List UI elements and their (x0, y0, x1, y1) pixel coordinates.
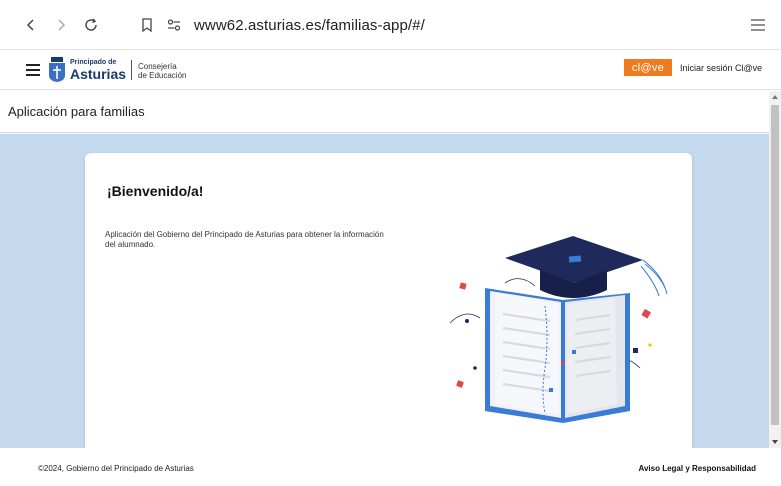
content-area: ¡Bienvenido/a! Aplicación del Gobierno d… (0, 134, 769, 453)
scroll-down-icon[interactable] (771, 438, 779, 446)
reload-button[interactable] (80, 14, 102, 36)
reload-icon (85, 18, 97, 31)
footer: ©2024, Gobierno del Principado de Asturi… (0, 448, 781, 486)
department-line-1: Consejería (138, 62, 177, 71)
page-scrollbar[interactable] (769, 91, 781, 448)
forward-button[interactable] (50, 14, 72, 36)
browser-toolbar: www62.asturias.es/familias-app/#/ (0, 0, 781, 50)
bookmark-icon (142, 18, 152, 33)
logo[interactable]: Principado de Asturias (70, 59, 126, 81)
menu-icon (751, 19, 765, 31)
url-text[interactable]: www62.asturias.es/familias-app/#/ (194, 17, 425, 34)
clave-logo: cl@ve (624, 59, 672, 76)
login-clave-link[interactable]: Iniciar sesión Cl@ve (680, 63, 762, 73)
copyright-text: ©2024, Gobierno del Principado de Asturi… (38, 464, 194, 473)
logo-divider (131, 60, 132, 80)
back-button[interactable] (20, 14, 42, 36)
welcome-description: Aplicación del Gobierno del Principado d… (105, 230, 384, 250)
department-line-2: de Educación (138, 71, 187, 81)
site-settings-icon[interactable] (166, 17, 182, 33)
scroll-up-icon[interactable] (771, 93, 779, 101)
graduation-book-illustration (449, 236, 668, 423)
legal-notice-link[interactable]: Aviso Legal y Responsabilidad (638, 464, 756, 473)
welcome-title: ¡Bienvenido/a! (107, 183, 204, 199)
chevron-right-icon (58, 19, 66, 31)
bookmark-button[interactable] (136, 14, 158, 36)
department-name: Consejería de Educación (138, 62, 186, 80)
logo-small-text: Principado de (70, 59, 117, 66)
scroll-thumb[interactable] (771, 105, 779, 425)
page-title: Aplicación para familias (8, 104, 145, 119)
browser-menu-button[interactable] (747, 14, 769, 36)
asturias-shield-icon (49, 57, 65, 82)
welcome-card: ¡Bienvenido/a! Aplicación del Gobierno d… (85, 153, 692, 453)
hamburger-icon[interactable] (26, 64, 40, 76)
address-bar[interactable]: www62.asturias.es/familias-app/#/ (166, 14, 425, 36)
logo-big-text: Asturias (70, 66, 127, 82)
chevron-left-icon (26, 19, 34, 31)
page-title-bar: Aplicación para familias (0, 91, 769, 133)
site-header: Principado de Asturias Consejería de Edu… (0, 50, 781, 90)
